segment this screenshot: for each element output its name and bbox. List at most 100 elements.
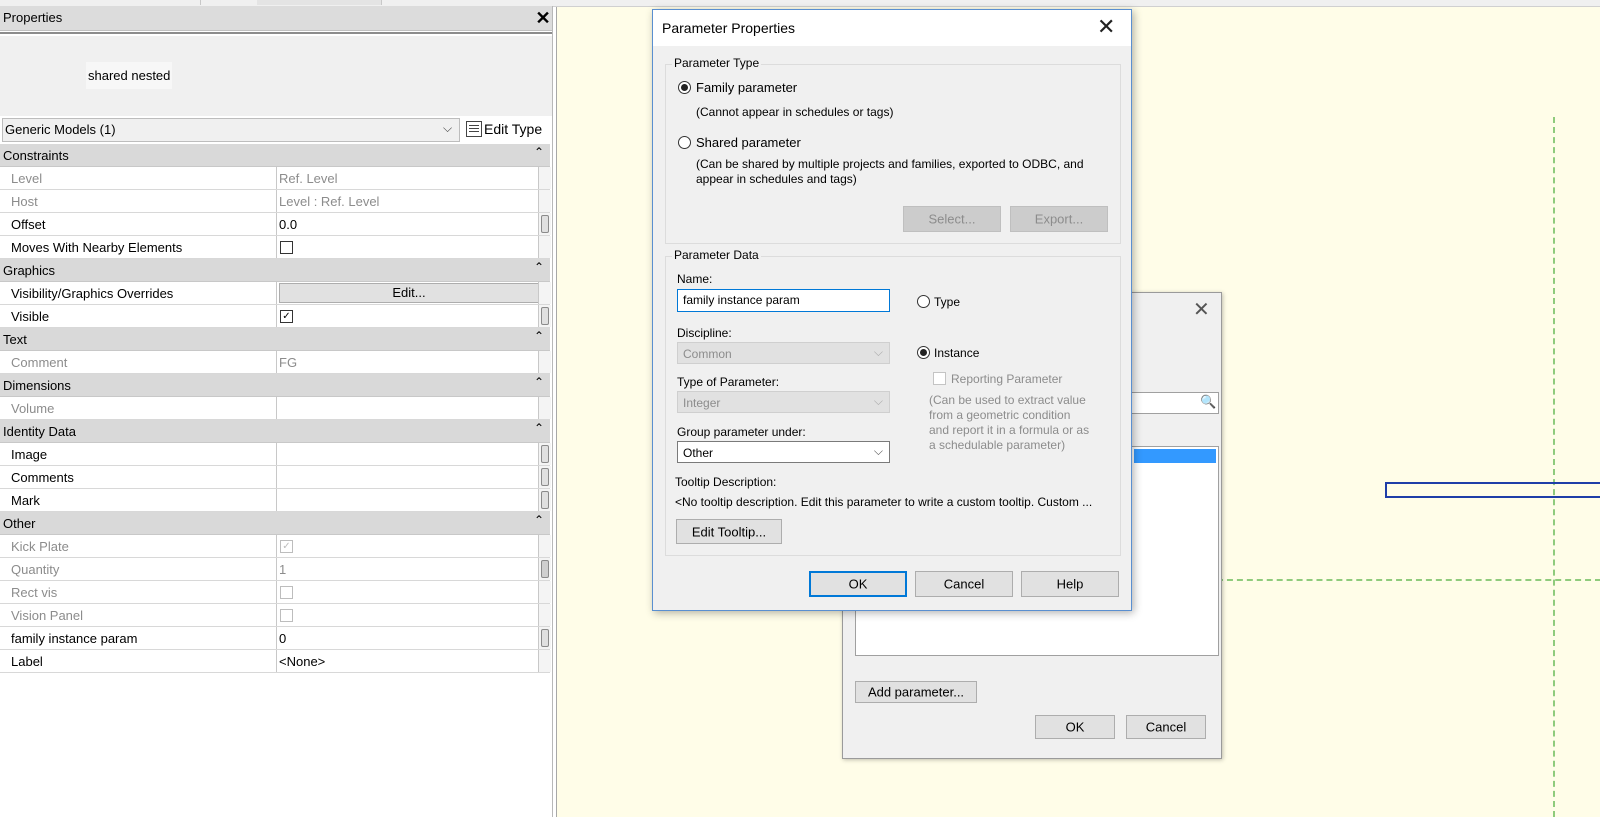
select-button[interactable]: Select... [903,206,1001,232]
property-row-quantity: Quantity 1 [0,558,551,581]
property-row-visible[interactable]: Visible ✓ [0,305,551,328]
row-end-cell [538,604,551,626]
dialog-title-bar[interactable]: Parameter Properties ✕ [653,10,1131,46]
reporting-parameter-checkbox[interactable] [933,372,946,385]
property-value: Ref. Level [279,171,338,186]
property-name: Comments [11,470,74,485]
collapse-icon[interactable]: ⌃ [534,421,544,435]
chevron-down-icon: ⌵ [873,444,883,458]
associate-parameter-button[interactable] [538,443,551,465]
property-row-visgraph[interactable]: Visibility/Graphics Overrides Edit... [0,282,551,305]
property-row-label[interactable]: Label <None> [0,650,551,673]
property-row-offset[interactable]: Offset 0.0 [0,213,551,236]
offset-value-field[interactable]: 0.0 [279,217,297,232]
cancel-button[interactable]: Cancel [915,571,1013,597]
property-name: Visible [11,309,50,324]
family-instance-param-value[interactable]: 0 [279,631,286,646]
collapse-icon[interactable]: ⌃ [534,260,544,274]
visible-checkbox[interactable]: ✓ [280,310,293,323]
property-row-mark[interactable]: Mark [0,489,551,512]
row-end-cell [538,535,551,557]
export-button[interactable]: Export... [1010,206,1108,232]
row-end-cell [538,282,551,304]
property-name: Image [11,447,48,462]
instance-radio-label[interactable]: Instance [934,346,979,360]
row-end-cell [538,581,551,603]
associate-parameter-button[interactable] [538,466,551,488]
edit-tooltip-button[interactable]: Edit Tooltip... [676,519,782,544]
family-parameter-radio[interactable] [678,81,691,94]
close-icon[interactable]: ✕ [1193,297,1210,322]
tooltip-text: <No tooltip description. Edit this param… [675,495,1093,509]
property-row-comments[interactable]: Comments [0,466,551,489]
property-name: Mark [11,493,40,508]
collapse-icon[interactable]: ⌃ [534,375,544,389]
group-other[interactable]: Other ⌃ [0,512,550,535]
group-identity-data[interactable]: Identity Data ⌃ [0,420,550,443]
property-row-moves[interactable]: Moves With Nearby Elements [0,236,551,259]
reporting-note: from a geometric condition [929,408,1071,422]
property-row-family-instance-param[interactable]: family instance param 0 [0,627,551,650]
group-under-dropdown[interactable]: Other ⌵ [677,441,890,463]
view-tab-active[interactable] [257,0,382,5]
reporting-note: (Can be used to extract value [929,393,1086,407]
reference-plane-vertical[interactable] [1553,117,1555,817]
name-input[interactable]: family instance param [677,289,890,312]
type-of-parameter-value: Integer [683,396,721,410]
model-element-outline[interactable] [1385,482,1600,498]
edit-type-button[interactable]: Edit Type [462,118,550,140]
search-icon[interactable]: 🔍 [1200,394,1216,410]
moves-checkbox[interactable] [280,241,293,254]
shared-parameter-radio[interactable] [678,136,691,149]
chevron-down-icon: ⌵ [873,345,883,359]
type-of-parameter-label: Type of Parameter: [677,375,780,389]
type-of-parameter-dropdown[interactable]: Integer ⌵ [677,391,890,413]
tooltip-label: Tooltip Description: [675,475,777,489]
associate-parameter-button[interactable] [538,489,551,511]
properties-title-bar: Properties ✕ [0,6,552,31]
ok-button[interactable]: OK [809,571,907,597]
associate-parameter-button[interactable] [538,213,551,235]
properties-title: Properties [3,10,63,25]
associate-parameter-button[interactable] [538,627,551,649]
visibility-edit-button[interactable]: Edit... [279,283,539,303]
discipline-dropdown[interactable]: Common ⌵ [677,342,890,364]
collapse-icon[interactable]: ⌃ [534,513,544,527]
row-end-cell [538,190,551,212]
collapse-icon[interactable]: ⌃ [534,145,544,159]
associated-parameter-indicator[interactable] [538,558,551,580]
close-icon[interactable]: ✕ [534,6,552,30]
row-end-cell [538,236,551,258]
property-row-level: Level Ref. Level [0,167,551,190]
type-selector-value: Generic Models (1) [5,122,116,137]
property-row-kick-plate: Kick Plate ✓ [0,535,551,558]
ok-button[interactable]: OK [1035,715,1115,739]
type-preview: shared nested [0,36,552,116]
type-radio-label[interactable]: Type [934,295,960,309]
family-parameter-label[interactable]: Family parameter [696,80,797,95]
group-text[interactable]: Text ⌃ [0,328,550,351]
reference-plane-horizontal[interactable] [1217,579,1600,581]
help-button[interactable]: Help [1021,571,1119,597]
reporting-parameter-label: Reporting Parameter [951,372,1063,386]
property-row-image[interactable]: Image [0,443,551,466]
group-dimensions[interactable]: Dimensions ⌃ [0,374,550,397]
associate-parameter-button[interactable] [538,305,551,327]
group-graphics[interactable]: Graphics ⌃ [0,259,550,282]
property-value: 1 [279,562,287,577]
label-value-field[interactable]: <None> [279,654,325,669]
add-parameter-button[interactable]: Add parameter... [855,681,977,703]
shared-parameter-label[interactable]: Shared parameter [696,135,801,150]
group-constraints[interactable]: Constraints ⌃ [0,144,550,167]
cancel-button[interactable]: Cancel [1126,715,1206,739]
type-radio[interactable] [917,295,930,308]
group-label: Dimensions [3,378,71,393]
list-item-selected[interactable] [1134,449,1216,463]
collapse-icon[interactable]: ⌃ [534,329,544,343]
view-tab[interactable] [200,0,258,5]
property-row-host: Host Level : Ref. Level [0,190,551,213]
close-icon[interactable]: ✕ [1097,14,1115,40]
discipline-value: Common [683,347,732,361]
type-selector-dropdown[interactable]: Generic Models (1) ⌵ [2,118,460,142]
instance-radio[interactable] [917,346,930,359]
